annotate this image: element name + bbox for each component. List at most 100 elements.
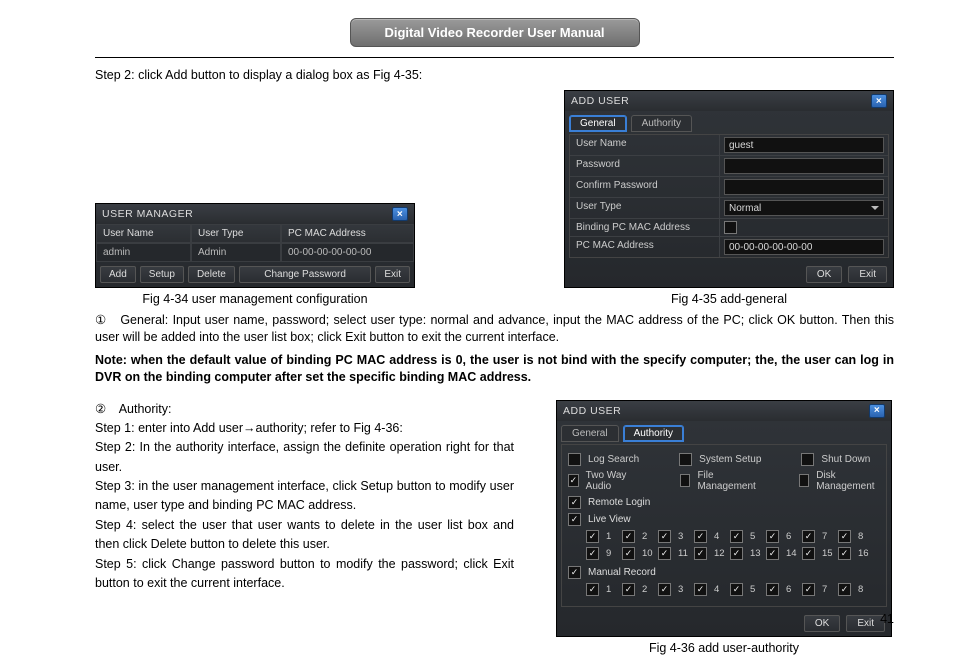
fig34-caption: Fig 4-34 user management configuration [142, 292, 367, 306]
left-column: ② Authority: Step 1: enter into Add user… [95, 400, 514, 655]
channel-11[interactable]: ✓11 [658, 547, 694, 560]
add-user-form: User Nameguest Password Confirm Password… [569, 134, 889, 258]
fig35-caption: Fig 4-35 add-general [671, 292, 787, 306]
close-icon[interactable]: × [392, 207, 408, 221]
channel-4[interactable]: ✓4 [694, 583, 730, 596]
channel-7[interactable]: ✓7 [802, 530, 838, 543]
add-user-title: ADD USER [571, 95, 629, 107]
channel-8[interactable]: ✓8 [838, 583, 874, 596]
live-view-channels: ✓1✓2✓3✓4✓5✓6✓7✓8 ✓9✓10✓11✓12✓13✓14✓15✓16 [568, 526, 880, 566]
page-title: Digital Video Recorder User Manual [384, 25, 604, 40]
lbl-username: User Name [570, 135, 720, 155]
paragraph-general: ① General: Input user name, password; se… [95, 312, 894, 346]
lbl-password: Password [570, 156, 720, 176]
channel-2[interactable]: ✓2 [622, 583, 658, 596]
auth-title: ADD USER [563, 405, 621, 417]
channel-12[interactable]: ✓12 [694, 547, 730, 560]
step-4: Step 4: select the user that user wants … [95, 516, 514, 555]
arrow-icon: → [243, 421, 256, 435]
chk-live-view[interactable]: ✓ [568, 513, 581, 526]
table-row[interactable]: admin Admin 00-00-00-00-00-00 [96, 243, 414, 262]
binding-mac-checkbox[interactable] [724, 221, 737, 234]
tab-general[interactable]: General [569, 115, 627, 132]
auth-buttons: OK Exit [557, 611, 891, 636]
two-column-section: ② Authority: Step 1: enter into Add user… [95, 400, 894, 655]
channel-5[interactable]: ✓5 [730, 530, 766, 543]
lbl-binding: Binding PC MAC Address [570, 219, 720, 236]
step-1: Step 1: enter into Add user→authority; r… [95, 419, 514, 438]
ok-button[interactable]: OK [804, 615, 840, 632]
chk-log-search[interactable] [568, 453, 581, 466]
lbl-confirm: Confirm Password [570, 177, 720, 197]
delete-button[interactable]: Delete [188, 266, 235, 283]
manual-record-channels: ✓1✓2✓3✓4✓5✓6✓7✓8 [568, 579, 880, 602]
channel-1[interactable]: ✓1 [586, 530, 622, 543]
channel-7[interactable]: ✓7 [802, 583, 838, 596]
channel-9[interactable]: ✓9 [586, 547, 622, 560]
channel-4[interactable]: ✓4 [694, 530, 730, 543]
channel-15[interactable]: ✓15 [802, 547, 838, 560]
user-manager-titlebar: USER MANAGER × [96, 204, 414, 224]
chk-file-management[interactable] [680, 474, 691, 487]
lbl-mac: PC MAC Address [570, 237, 720, 257]
um-col-username: User Name [96, 224, 191, 243]
tab-authority[interactable]: Authority [631, 115, 692, 132]
close-icon[interactable]: × [869, 404, 885, 418]
setup-button[interactable]: Setup [140, 266, 184, 283]
step-3: Step 3: in the user management interface… [95, 477, 514, 516]
user-manager-title: USER MANAGER [102, 208, 193, 220]
close-icon[interactable]: × [871, 94, 887, 108]
exit-button[interactable]: Exit [375, 266, 410, 283]
lbl-usertype: User Type [570, 198, 720, 218]
channel-6[interactable]: ✓6 [766, 530, 802, 543]
channel-16[interactable]: ✓16 [838, 547, 874, 560]
mac-input[interactable]: 00-00-00-00-00-00 [724, 239, 884, 255]
channel-6[interactable]: ✓6 [766, 583, 802, 596]
chk-system-setup[interactable] [679, 453, 692, 466]
channel-5[interactable]: ✓5 [730, 583, 766, 596]
add-user-dialog: ADD USER × General Authority User Namegu… [564, 90, 894, 288]
usertype-select[interactable]: Normal [724, 200, 884, 216]
chk-manual-record[interactable]: ✓ [568, 566, 581, 579]
add-button[interactable]: Add [100, 266, 136, 283]
um-val-mac: 00-00-00-00-00-00 [281, 243, 414, 262]
channel-3[interactable]: ✓3 [658, 530, 694, 543]
channel-2[interactable]: ✓2 [622, 530, 658, 543]
chk-disk-management[interactable] [799, 474, 810, 487]
um-col-usertype: User Type [191, 224, 281, 243]
fig-35-wrap: ADD USER × General Authority User Namegu… [564, 90, 894, 306]
change-password-button[interactable]: Change Password [239, 266, 371, 283]
intro-step2: Step 2: click Add button to display a di… [95, 68, 894, 82]
step-2: Step 2: In the authority interface, assi… [95, 438, 514, 477]
authority-heading: ② Authority: [95, 400, 514, 419]
add-user-titlebar: ADD USER × [565, 91, 893, 111]
um-button-row: Add Setup Delete Change Password Exit [96, 262, 414, 287]
right-column: ADD USER × General Authority Log Search … [554, 400, 894, 655]
page-number: 41 [880, 612, 894, 626]
divider [95, 57, 894, 58]
channel-1[interactable]: ✓1 [586, 583, 622, 596]
chk-shut-down[interactable] [801, 453, 814, 466]
channel-13[interactable]: ✓13 [730, 547, 766, 560]
channel-3[interactable]: ✓3 [658, 583, 694, 596]
chk-remote-login[interactable]: ✓ [568, 496, 581, 509]
channel-14[interactable]: ✓14 [766, 547, 802, 560]
username-input[interactable]: guest [724, 137, 884, 153]
um-header-row: User Name User Type PC MAC Address [96, 224, 414, 243]
chk-two-way-audio[interactable]: ✓ [568, 474, 579, 487]
tab-authority[interactable]: Authority [623, 425, 684, 442]
step-5: Step 5: click Change password button to … [95, 555, 514, 594]
confirm-password-input[interactable] [724, 179, 884, 195]
channel-10[interactable]: ✓10 [622, 547, 658, 560]
add-user-authority-dialog: ADD USER × General Authority Log Search … [556, 400, 892, 637]
auth-body: Log Search System Setup Shut Down ✓Two W… [561, 444, 887, 607]
page-title-bar: Digital Video Recorder User Manual [350, 18, 640, 47]
tab-general[interactable]: General [561, 425, 619, 442]
channel-8[interactable]: ✓8 [838, 530, 874, 543]
password-input[interactable] [724, 158, 884, 174]
auth-titlebar: ADD USER × [557, 401, 891, 421]
add-user-tabs: General Authority [565, 111, 893, 134]
ok-button[interactable]: OK [806, 266, 842, 283]
user-manager-dialog: USER MANAGER × User Name User Type PC MA… [95, 203, 415, 288]
exit-button[interactable]: Exit [848, 266, 887, 283]
